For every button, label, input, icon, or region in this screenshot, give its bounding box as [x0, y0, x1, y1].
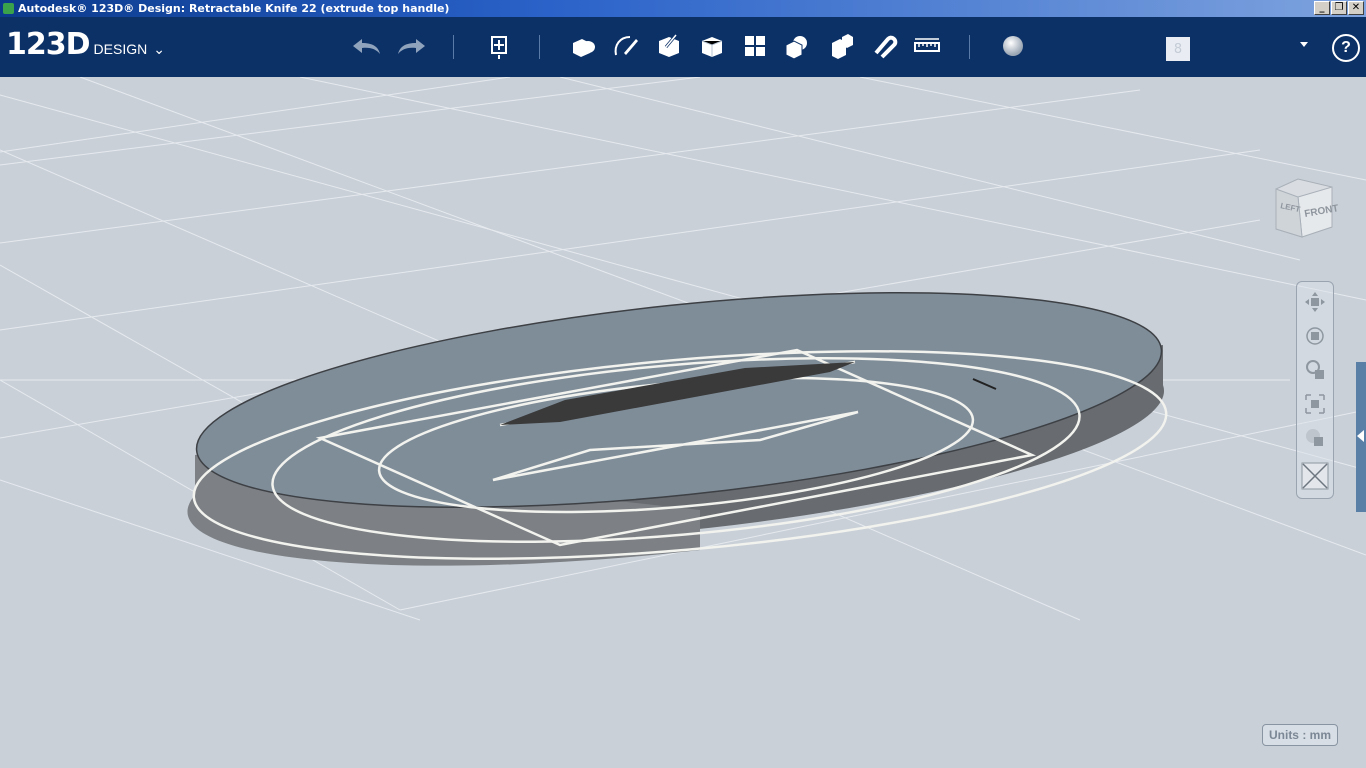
- visibility-button[interactable]: [1301, 424, 1329, 452]
- snap-icon: [874, 35, 898, 59]
- app-icon: [3, 3, 14, 14]
- navigation-bar: [1296, 281, 1334, 499]
- logo-subtext: DESIGN: [93, 41, 148, 57]
- account-dropdown-icon[interactable]: [1300, 42, 1308, 47]
- zoom-icon: [1306, 360, 1324, 379]
- construct-button[interactable]: [652, 29, 686, 63]
- modify-icon: [701, 37, 723, 57]
- hide-icon: [1301, 462, 1329, 490]
- toolbar-separator: [969, 35, 970, 59]
- zoom-button[interactable]: [1301, 356, 1329, 384]
- close-button[interactable]: ✕: [1348, 1, 1364, 15]
- app-menu-logo[interactable]: 123D DESIGN ⌄: [6, 27, 165, 62]
- construct-icon: [659, 34, 679, 57]
- pan-icon: [1305, 292, 1325, 312]
- hide-button[interactable]: [1301, 462, 1329, 490]
- undo-button[interactable]: [350, 29, 384, 63]
- sketch-button[interactable]: [608, 29, 642, 63]
- material-button[interactable]: [996, 29, 1030, 63]
- snap-button[interactable]: [866, 29, 900, 63]
- view-cube-icon: FRONT LEFT: [1275, 178, 1339, 238]
- visibility-icon: [1306, 429, 1323, 446]
- undo-icon: [353, 39, 380, 54]
- grouping-button[interactable]: [780, 29, 814, 63]
- window-title-bar: Autodesk® 123D® Design: Retractable Knif…: [0, 0, 1366, 17]
- orbit-icon: [1306, 327, 1324, 345]
- material-icon: [1003, 36, 1023, 56]
- pattern-icon: [745, 36, 765, 56]
- chevron-left-icon: [1357, 430, 1364, 442]
- 3d-viewport[interactable]: FRONT LEFT Units : mm: [0, 77, 1366, 768]
- toolbar-separator: [453, 35, 454, 59]
- fit-button[interactable]: [1301, 390, 1329, 418]
- measure-button[interactable]: [910, 29, 944, 63]
- chevron-down-icon: ⌄: [153, 42, 165, 58]
- primitives-icon: [573, 39, 595, 57]
- units-indicator[interactable]: Units : mm: [1262, 724, 1338, 746]
- restore-button[interactable]: ❐: [1331, 1, 1347, 15]
- user-avatar[interactable]: 8: [1166, 37, 1190, 61]
- sketch-icon: [614, 36, 638, 56]
- grouping-icon: [785, 36, 807, 60]
- window-title: Autodesk® 123D® Design: Retractable Knif…: [18, 2, 450, 15]
- main-toolbar: 123D DESIGN ⌄ 8 ?: [0, 17, 1366, 77]
- logo-text: 123D: [6, 27, 91, 62]
- help-button[interactable]: ?: [1332, 34, 1360, 62]
- orbit-button[interactable]: [1301, 322, 1329, 350]
- toolbar-separator: [539, 35, 540, 59]
- user-glyph: 8: [1173, 41, 1183, 57]
- redo-button[interactable]: [394, 29, 428, 63]
- transform-icon: [491, 36, 507, 59]
- combine-icon: [832, 34, 853, 59]
- scene-canvas[interactable]: [0, 77, 1366, 768]
- redo-icon: [398, 39, 425, 54]
- window-controls: _ ❐ ✕: [1314, 1, 1364, 15]
- pattern-button[interactable]: [738, 29, 772, 63]
- modify-button[interactable]: [695, 29, 729, 63]
- combine-button[interactable]: [824, 29, 858, 63]
- primitives-button[interactable]: [566, 29, 600, 63]
- measure-icon: [914, 38, 940, 52]
- side-panel-tab[interactable]: [1356, 362, 1366, 512]
- transform-button[interactable]: [482, 29, 516, 63]
- fit-icon: [1305, 394, 1325, 414]
- extruded-solid[interactable]: [187, 255, 1172, 566]
- pan-button[interactable]: [1301, 288, 1329, 316]
- view-cube[interactable]: FRONT LEFT: [1268, 175, 1339, 245]
- minimize-button[interactable]: _: [1314, 1, 1330, 15]
